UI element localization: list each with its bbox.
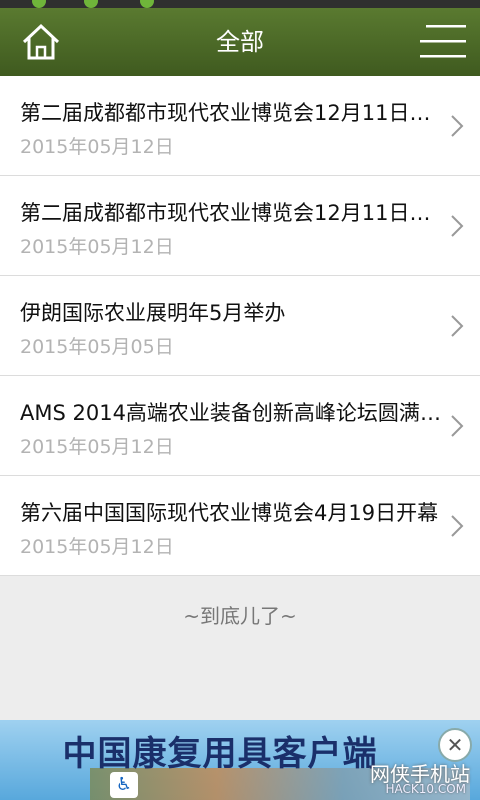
status-icon: [84, 0, 98, 8]
status-icon: [140, 0, 154, 8]
news-title: 伊朗国际农业展明年5月举办: [20, 301, 286, 325]
news-title: AMS 2014高端农业装备创新高峰论坛圆满举办: [20, 401, 444, 425]
menu-button[interactable]: [418, 22, 466, 62]
close-icon[interactable]: ✕: [438, 728, 472, 762]
status-bar: [0, 0, 480, 8]
chevron-right-icon: [451, 115, 464, 137]
chevron-right-icon: [451, 215, 464, 237]
chevron-right-icon: [451, 515, 464, 537]
end-of-list-text: ~到底儿了~: [183, 604, 297, 628]
news-date: 2015年05月12日: [20, 536, 174, 558]
news-list: 第二届成都都市现代农业博览会12月11日至13日举办 2015年05月12日 第…: [0, 76, 480, 576]
news-date: 2015年05月12日: [20, 236, 174, 258]
status-icon: [32, 0, 46, 8]
watermark-url: HACK10.COM: [385, 782, 466, 796]
news-title: 第二届成都都市现代农业博览会12月11日至13日举办: [20, 101, 444, 125]
list-item[interactable]: 第二届成都都市现代农业博览会12月11日至13日举办 2015年05月12日: [0, 176, 480, 276]
news-date: 2015年05月12日: [20, 136, 174, 158]
chevron-right-icon: [451, 315, 464, 337]
top-bar: 全部: [0, 8, 480, 76]
news-date: 2015年05月05日: [20, 336, 174, 358]
ad-banner[interactable]: 中国康复用具客户端 ♿ ✕ 网侠手机站 HACK10.COM: [0, 720, 480, 800]
list-item[interactable]: AMS 2014高端农业装备创新高峰论坛圆满举办 2015年05月12日: [0, 376, 480, 476]
menu-icon: [420, 25, 466, 58]
news-title: 第六届中国国际现代农业博览会4月19日开幕: [20, 501, 439, 525]
chevron-right-icon: [451, 415, 464, 437]
page-title: 全部: [216, 28, 264, 56]
list-item[interactable]: 第二届成都都市现代农业博览会12月11日至13日举办 2015年05月12日: [0, 76, 480, 176]
wheelchair-icon: ♿: [110, 772, 138, 798]
news-title: 第二届成都都市现代农业博览会12月11日至13日举办: [20, 201, 444, 225]
news-date: 2015年05月12日: [20, 436, 174, 458]
list-item[interactable]: 伊朗国际农业展明年5月举办 2015年05月05日: [0, 276, 480, 376]
list-item[interactable]: 第六届中国国际现代农业博览会4月19日开幕 2015年05月12日: [0, 476, 480, 576]
